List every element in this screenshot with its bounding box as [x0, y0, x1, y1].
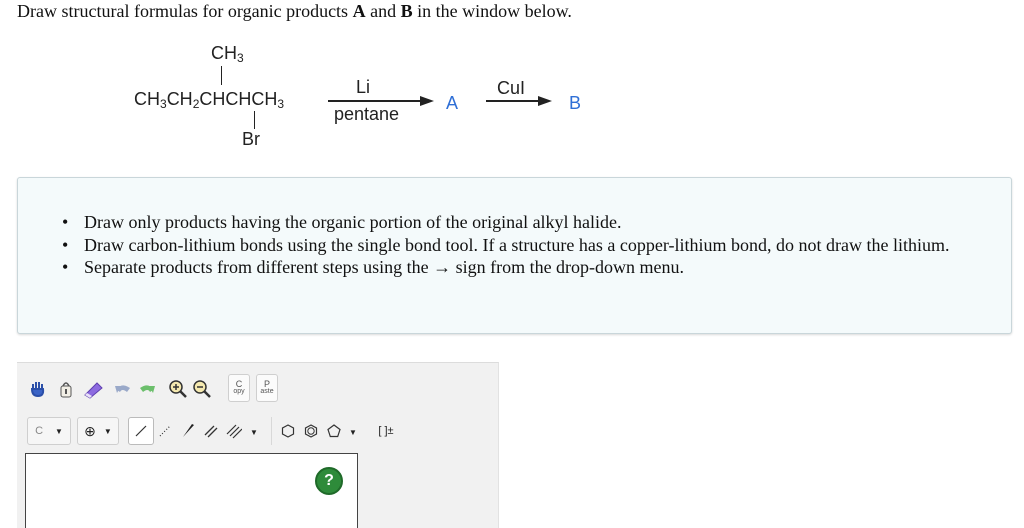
reagent-copper-iodide: CuI [497, 78, 526, 98]
product-a-label: A [446, 93, 459, 113]
eraser-icon [84, 382, 103, 399]
structure-editor: C opy P aste C ▼ ⊕ ▼ ▼ ▼ [ ]± ? [17, 362, 499, 528]
cyclopentane-tool[interactable] [323, 417, 345, 445]
chevron-down-icon: ▼ [103, 426, 112, 436]
bracket-tool[interactable]: [ ]± [373, 417, 399, 445]
double-bond-tool[interactable] [200, 417, 222, 445]
instruction-item: Separate products from different steps u… [62, 256, 999, 279]
charge-plus-icon: ⊕ [84, 422, 96, 439]
reagent-solvent: pentane [334, 104, 400, 124]
hexagon-ring-icon [281, 424, 295, 438]
question-text: Draw structural formulas for organic pro… [17, 1, 572, 21]
pentagon-ring-icon [327, 424, 341, 438]
undo-button[interactable] [112, 375, 134, 403]
charge-selector[interactable]: ⊕ ▼ [77, 417, 119, 445]
alkyl-halide-chain: CH3CH2CHCHCH3 [134, 89, 285, 111]
toolbar-divider [271, 417, 272, 445]
wedge-bond-tool[interactable] [177, 417, 199, 445]
triple-bond-icon [226, 424, 242, 439]
bond-top [221, 66, 223, 85]
instruction-item: Draw only products having the organic po… [62, 211, 999, 234]
zoom-out-button[interactable] [191, 375, 213, 403]
hand-tool-button[interactable] [27, 375, 49, 403]
undo-icon [115, 385, 130, 393]
ring-menu-dropdown[interactable]: ▼ [346, 425, 360, 439]
hashed-bond-tool[interactable] [154, 417, 176, 445]
bond-menu-dropdown[interactable]: ▼ [247, 425, 261, 439]
triple-bond-tool[interactable] [223, 417, 245, 445]
product-b-label: B [569, 93, 582, 113]
paste-label-top: P [263, 379, 270, 389]
reaction-arrow-1 [328, 100, 426, 102]
instructions-panel: Draw only products having the organic po… [17, 177, 1012, 334]
arrow-head-2 [538, 96, 552, 106]
arrow-head-1 [420, 96, 434, 106]
lasso-icon [60, 382, 72, 398]
redo-icon [140, 385, 155, 393]
zoom-in-button[interactable] [167, 375, 189, 403]
reagent-lithium: Li [356, 77, 371, 97]
help-button[interactable]: ? [315, 467, 343, 495]
double-bond-icon [204, 425, 218, 438]
benzene-tool[interactable] [300, 417, 322, 445]
redo-button[interactable] [136, 375, 158, 403]
chevron-down-icon: ▼ [349, 427, 357, 437]
bond-bottom [254, 111, 256, 129]
zoom-out-icon [193, 380, 211, 398]
benzene-ring-icon [304, 424, 318, 438]
methyl-substituent: CH3 [211, 43, 244, 65]
wedge-bond-icon [183, 424, 194, 437]
paste-button[interactable]: P aste [256, 374, 278, 402]
drawing-canvas[interactable] [25, 453, 358, 528]
chevron-down-icon: ▼ [250, 427, 258, 437]
copy-label-bottom: opy [233, 388, 245, 395]
paste-label-bottom: aste [260, 388, 274, 395]
zoom-in-icon [169, 380, 187, 398]
bracket-label: [ ]± [378, 425, 394, 437]
single-bond-tool[interactable] [128, 417, 154, 445]
instructions-list: Draw only products having the organic po… [62, 211, 999, 279]
instruction-item: Draw carbon-lithium bonds using the sing… [62, 234, 999, 257]
bromo-substituent: Br [242, 129, 260, 149]
lasso-tool-button[interactable] [55, 375, 77, 403]
copy-label-top: C [235, 379, 243, 389]
reaction-arrow-2 [486, 100, 542, 102]
element-label: C [35, 425, 44, 437]
element-selector[interactable]: C ▼ [27, 417, 71, 445]
help-label: ? [324, 472, 334, 489]
hashed-bond-icon [159, 425, 171, 437]
copy-button[interactable]: C opy [228, 374, 250, 402]
cyclohexane-tool[interactable] [277, 417, 299, 445]
chevron-down-icon: ▼ [55, 426, 63, 436]
eraser-tool-button[interactable] [83, 375, 105, 403]
single-bond-icon [135, 425, 147, 437]
hand-icon [30, 382, 45, 398]
